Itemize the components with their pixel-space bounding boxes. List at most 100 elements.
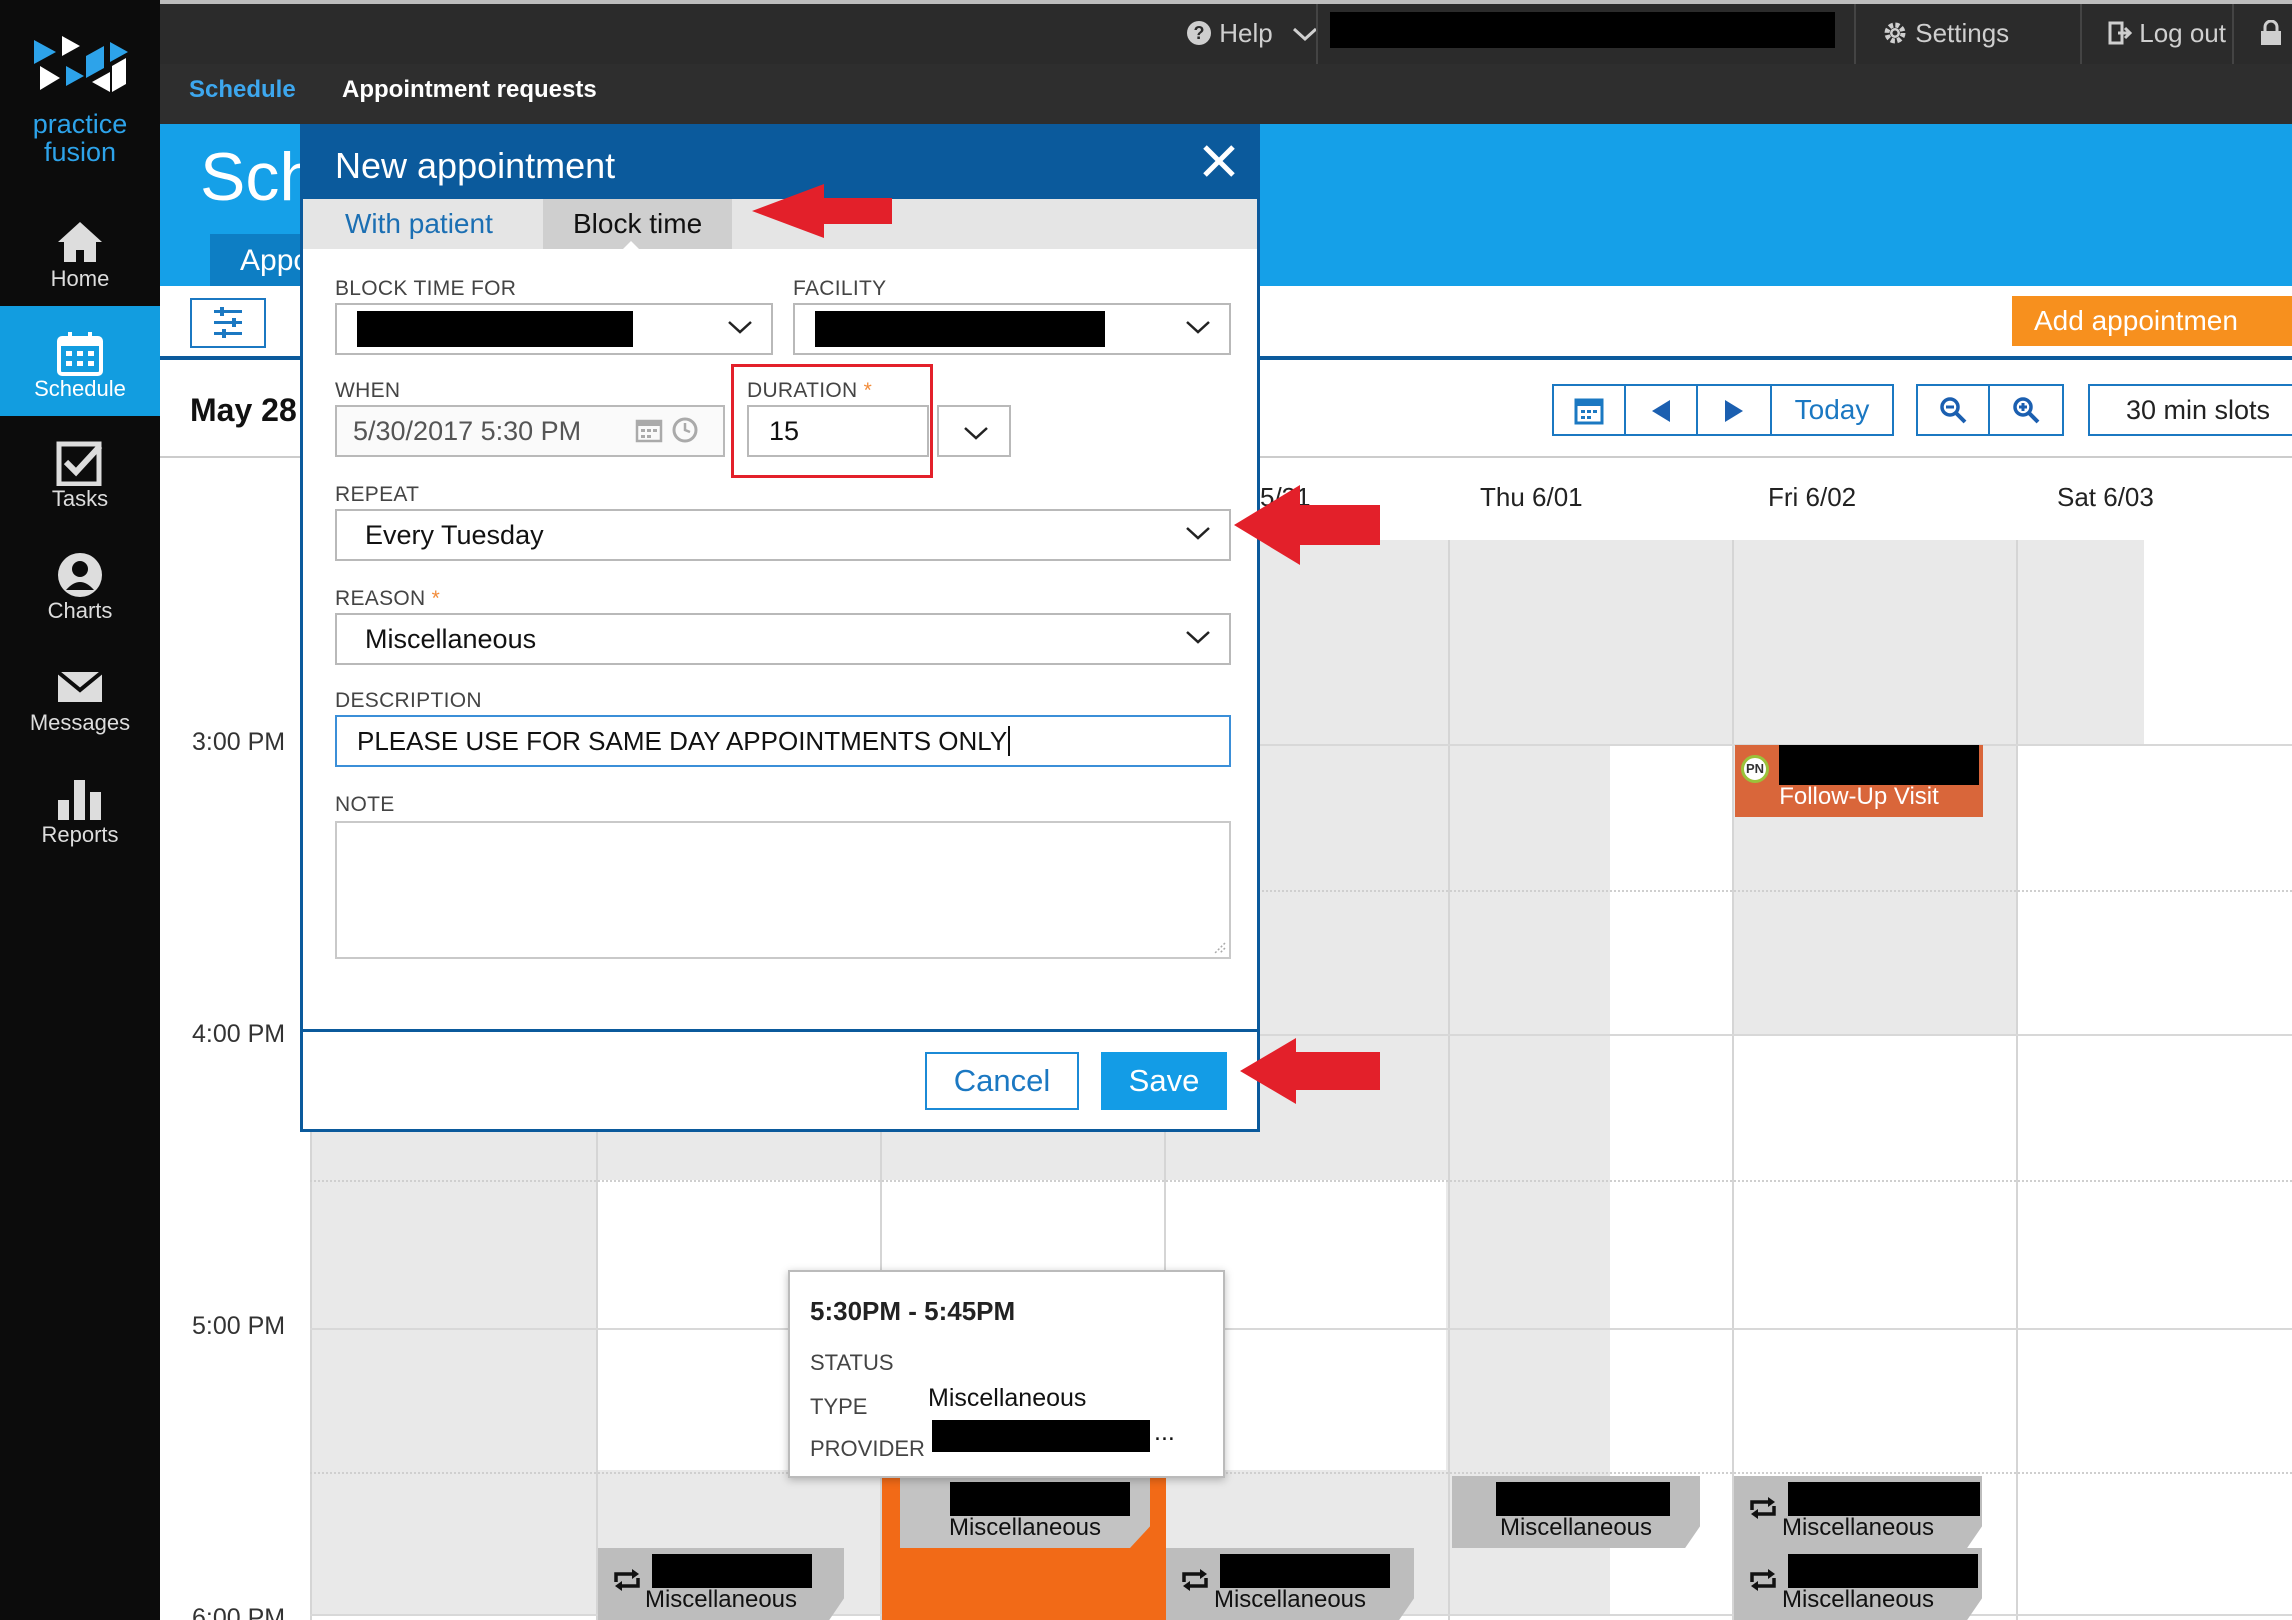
slot-size-select[interactable]: 30 min slots	[2088, 384, 2292, 436]
annotation-arrow-icon	[752, 184, 892, 238]
description-input[interactable]: PLEASE USE FOR SAME DAY APPOINTMENTS ONL…	[335, 715, 1231, 767]
redacted-provider	[357, 311, 633, 347]
note-textarea[interactable]	[335, 821, 1231, 959]
sidebar-item-label: Home	[50, 266, 110, 291]
tab-appointment-requests[interactable]: Appointment requests	[342, 76, 597, 104]
help-icon: ?	[1187, 21, 1211, 45]
active-tab-indicator	[621, 241, 641, 251]
event-label: Miscellaneous	[1499, 1514, 1653, 1541]
day-header-thu: Thu 6/01	[1480, 482, 1583, 512]
sidebar-item-tasks[interactable]: Tasks	[0, 416, 160, 526]
redacted-patient-name	[1779, 745, 1979, 785]
half-hour-line	[310, 1472, 2292, 1474]
redacted-username	[1330, 12, 1835, 48]
chevron-down-icon	[1186, 631, 1210, 644]
progress-note-badge: PN	[1741, 755, 1769, 783]
block-time-for-label: BLOCK TIME FOR	[335, 277, 517, 300]
logout-link[interactable]: Log out	[2080, 4, 2232, 64]
redacted-text	[950, 1482, 1130, 1516]
tab-schedule[interactable]: Schedule	[189, 76, 296, 104]
practice-fusion-logo[interactable]: practice fusion	[0, 26, 160, 176]
tooltip-type-label: TYPE	[810, 1394, 868, 1419]
calendar-icon[interactable]	[635, 417, 663, 443]
top-bar: ? Help Settings Log out	[160, 0, 2292, 64]
logo-icon	[34, 36, 128, 92]
zoom-out-icon	[1940, 397, 1967, 424]
repeat-label: REPEAT	[335, 483, 420, 506]
repeat-select[interactable]: Every Tuesday	[335, 509, 1231, 561]
zoom-in-icon	[2013, 397, 2040, 424]
when-datetime-field[interactable]: 5/30/2017 5:30 PM	[335, 405, 725, 457]
chevron-down-icon	[1292, 27, 1317, 42]
reason-select[interactable]: Miscellaneous	[335, 613, 1231, 665]
description-value: PLEASE USE FOR SAME DAY APPOINTMENTS ONL…	[357, 726, 1008, 756]
redacted-text	[652, 1554, 812, 1588]
sidebar-item-schedule[interactable]: Schedule	[0, 306, 160, 416]
previous-week-button[interactable]	[1624, 384, 1698, 436]
add-appointment-button[interactable]: Add appointmen	[2012, 296, 2292, 346]
user-icon	[58, 553, 102, 597]
sidebar-item-charts[interactable]: Charts	[0, 528, 160, 638]
save-button[interactable]: Save	[1101, 1052, 1227, 1110]
tooltip-status-label: STATUS	[810, 1350, 894, 1375]
block-time-event[interactable]: Miscellaneous	[1166, 1548, 1414, 1620]
logout-label: Log out	[2139, 18, 2226, 48]
clock-icon[interactable]	[671, 416, 699, 444]
lock-button[interactable]	[2232, 4, 2292, 64]
redacted-facility	[815, 311, 1105, 347]
dialog-title: New appointment	[335, 145, 616, 186]
zoom-out-button[interactable]	[1916, 384, 1990, 436]
tooltip-provider-label: PROVIDER	[810, 1436, 925, 1461]
chevron-down-icon	[1186, 321, 1210, 334]
block-time-event[interactable]: Miscellaneous	[1734, 1476, 1982, 1548]
calendar-picker-button[interactable]	[1552, 384, 1626, 436]
sliders-icon	[214, 307, 242, 338]
block-time-event[interactable]: Miscellaneous	[598, 1548, 844, 1620]
tab-with-patient[interactable]: With patient	[315, 199, 523, 249]
block-time-event[interactable]: Miscellaneous	[900, 1476, 1150, 1548]
annotation-arrow-icon	[1234, 485, 1380, 565]
event-label: Miscellaneous	[948, 1514, 1102, 1541]
next-week-button[interactable]	[1696, 384, 1772, 436]
block-time-event[interactable]: Miscellaneous	[1452, 1476, 1700, 1548]
arrow-left-icon	[1652, 400, 1670, 422]
calendar-icon	[57, 332, 103, 376]
sidebar-item-reports[interactable]: Reports	[0, 752, 160, 862]
follow-up-appointment[interactable]: PN Follow-Up Visit	[1735, 745, 1983, 817]
facility-select[interactable]	[793, 303, 1231, 355]
block-time-for-select[interactable]	[335, 303, 773, 355]
checkbox-icon	[56, 441, 103, 486]
sidebar-item-label: Reports	[41, 822, 119, 847]
resize-handle-icon[interactable]	[1211, 939, 1227, 955]
time-label: 5:00 PM	[192, 1312, 286, 1340]
close-icon[interactable]	[1199, 141, 1239, 181]
today-button[interactable]: Today	[1770, 384, 1894, 436]
settings-link[interactable]: Settings	[1854, 4, 2009, 64]
open-slot-area	[2018, 744, 2292, 1614]
date-range-label: May 28	[190, 392, 297, 428]
cancel-button[interactable]: Cancel	[925, 1052, 1079, 1110]
redacted-text	[1788, 1482, 1980, 1516]
settings-label: Settings	[1915, 18, 2010, 48]
event-label: Miscellaneous	[644, 1586, 798, 1613]
sidebar-item-messages[interactable]: Messages	[0, 640, 160, 750]
chevron-down-icon	[728, 321, 752, 334]
zoom-in-button[interactable]	[1988, 384, 2064, 436]
sidebar-item-home[interactable]: Home	[0, 196, 160, 306]
event-label: Miscellaneous	[1781, 1586, 1935, 1613]
help-label: Help	[1219, 18, 1273, 48]
day-header-fri: Fri 6/02	[1768, 482, 1857, 512]
duration-dropdown-button[interactable]	[937, 405, 1011, 457]
day-column[interactable]	[1732, 540, 1734, 1620]
day-column[interactable]	[2016, 540, 2018, 1620]
when-label: WHEN	[335, 379, 401, 402]
chevron-down-icon	[964, 427, 988, 440]
home-icon	[58, 222, 102, 262]
day-column[interactable]	[1448, 540, 1450, 1620]
appointment-type: Follow-Up Visit	[1779, 783, 1939, 810]
arrow-right-icon	[1725, 400, 1743, 422]
block-time-event[interactable]: Miscellaneous	[1734, 1548, 1982, 1620]
help-menu[interactable]: ? Help	[1160, 4, 1318, 64]
filter-button[interactable]	[190, 298, 266, 348]
required-marker: *	[431, 587, 441, 610]
